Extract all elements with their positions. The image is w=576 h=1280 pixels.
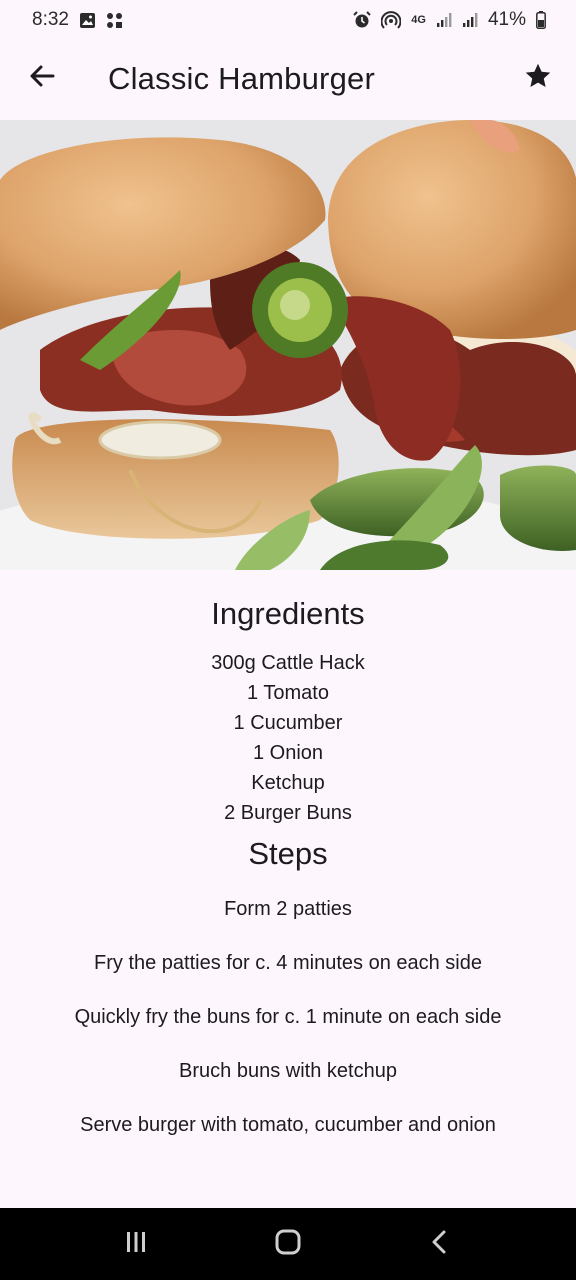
system-nav-bar <box>0 1208 576 1280</box>
ingredient-item: 1 Onion <box>252 742 324 764</box>
step-item: Form 2 patties <box>224 898 352 920</box>
ingredient-item: 2 Burger Buns <box>224 802 352 824</box>
gallery-notification-icon <box>79 12 96 29</box>
recents-button[interactable] <box>106 1214 166 1274</box>
back-button[interactable] <box>22 58 62 98</box>
home-icon <box>274 1228 302 1261</box>
hero-image <box>0 120 576 570</box>
signal-1-icon <box>436 12 452 28</box>
step-item: Serve burger with tomato, cucumber and o… <box>80 1114 496 1136</box>
signal-2-icon <box>462 12 478 28</box>
recipe-content: Ingredients 300g Cattle Hack 1 Tomato 1 … <box>0 570 576 1164</box>
ingredient-item: 300g Cattle Hack <box>211 652 365 674</box>
favorite-button[interactable] <box>518 58 558 98</box>
step-item: Quickly fry the buns for c. 1 minute on … <box>74 1006 502 1028</box>
arrow-back-icon <box>28 62 56 95</box>
ingredient-item: Ketchup <box>251 772 325 794</box>
status-bar: 8:32 4G 41% <box>0 0 576 40</box>
home-button[interactable] <box>258 1214 318 1274</box>
alarm-icon <box>353 11 371 29</box>
step-list: Form 2 patties Fry the patties for c. 4 … <box>0 894 576 1140</box>
app-bar: Classic Hamburger <box>0 40 576 120</box>
hotspot-icon <box>381 11 402 29</box>
ingredient-list: 300g Cattle Hack 1 Tomato 1 Cucumber 1 O… <box>0 648 576 828</box>
battery-percent: 41% <box>487 9 526 30</box>
step-item: Bruch buns with ketchup <box>179 1060 397 1082</box>
status-time: 8:32 <box>32 9 69 30</box>
ingredient-item: 1 Cucumber <box>233 712 343 734</box>
step-item: Fry the patties for c. 4 minutes on each… <box>94 952 482 974</box>
status-right: 4G 41% <box>353 9 546 31</box>
battery-icon <box>536 11 546 29</box>
page-title: Classic Hamburger <box>108 61 375 96</box>
nav-back-button[interactable] <box>410 1214 470 1274</box>
ingredient-item: 1 Tomato <box>247 682 329 704</box>
nav-back-icon <box>427 1229 453 1260</box>
star-icon <box>523 61 553 96</box>
ingredients-heading: Ingredients <box>211 596 365 631</box>
network-type: 4G <box>411 14 426 26</box>
steps-heading: Steps <box>248 836 328 871</box>
network-type-label: 4G <box>411 14 426 26</box>
recents-icon <box>123 1229 149 1260</box>
app-grid-notification-icon <box>106 12 123 29</box>
status-left: 8:32 <box>32 9 123 31</box>
